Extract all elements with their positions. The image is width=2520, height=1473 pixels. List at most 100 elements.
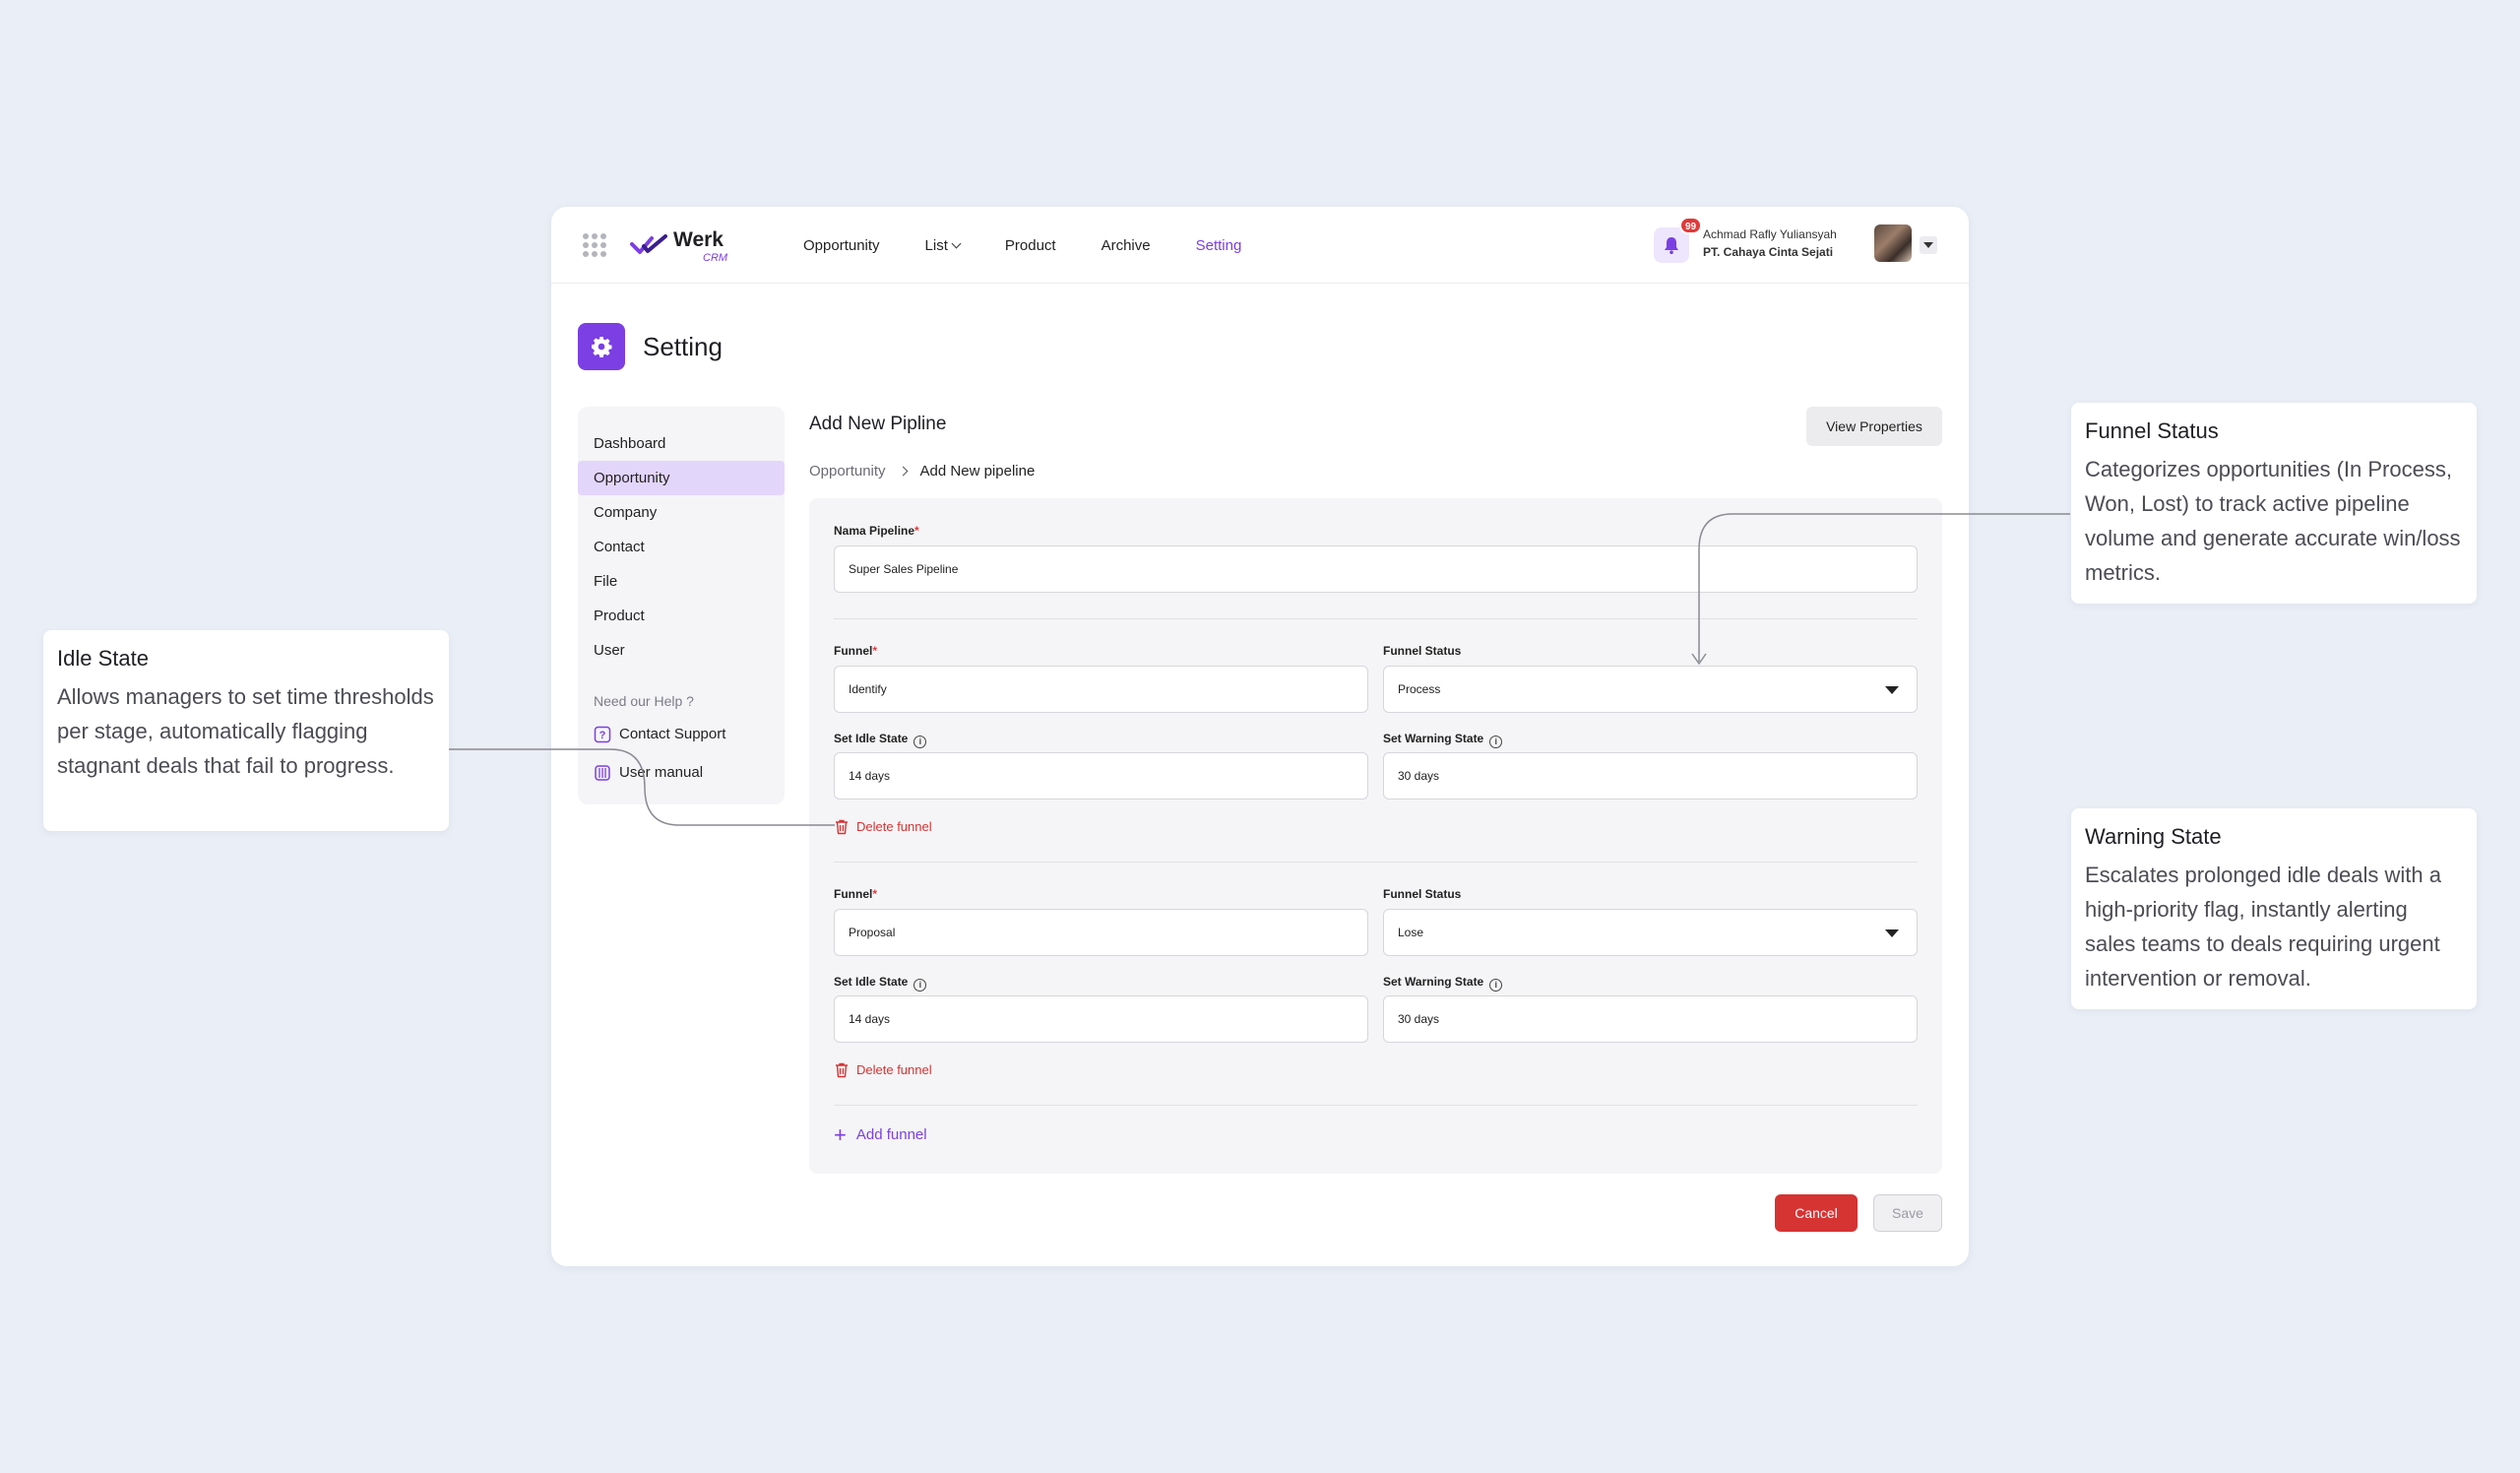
page-header: Setting xyxy=(578,323,723,370)
sidebar-item-file[interactable]: File xyxy=(578,564,785,599)
logo-subtitle: CRM xyxy=(703,252,728,264)
delete-funnel-button[interactable]: Delete funnel xyxy=(834,1061,932,1078)
divider xyxy=(834,618,1918,619)
label-text: Funnel xyxy=(834,887,873,901)
label-text: Funnel xyxy=(834,644,873,658)
delete-funnel-button[interactable]: Delete funnel xyxy=(834,818,932,835)
callout-body: Categorizes opportunities (In Process, W… xyxy=(2085,457,2461,585)
pipeline-name-input[interactable]: Super Sales Pipeline xyxy=(834,545,1918,593)
chevron-down-icon xyxy=(951,238,962,248)
funnel-label: Funnel* xyxy=(834,644,877,658)
breadcrumb-current: Add New pipeline xyxy=(919,463,1036,480)
idle-state-input[interactable]: 14 days xyxy=(834,752,1368,800)
user-manual-link[interactable]: User manual xyxy=(578,753,785,792)
nav-archive[interactable]: Archive xyxy=(1102,237,1151,254)
info-icon[interactable]: i xyxy=(1489,736,1503,748)
divider xyxy=(834,1105,1918,1106)
page-title: Setting xyxy=(643,331,723,361)
nav-list[interactable]: List xyxy=(924,236,962,254)
main-nav: Opportunity List Product Archive Setting xyxy=(803,207,1287,284)
avatar[interactable] xyxy=(1874,224,1912,262)
warning-state-callout: Warning State Escalates prolonged idle d… xyxy=(2071,808,2477,1009)
user-company: PT. Cahaya Cinta Sejati xyxy=(1703,245,1834,259)
add-funnel-button[interactable]: + Add funnel xyxy=(834,1121,927,1147)
idle-state-input[interactable]: 14 days xyxy=(834,995,1368,1043)
divider xyxy=(834,862,1918,863)
help-item-label: User manual xyxy=(619,764,704,781)
required-mark: * xyxy=(872,887,877,901)
plus-icon: + xyxy=(834,1121,847,1147)
nav-label: Setting xyxy=(1195,236,1242,254)
nav-product[interactable]: Product xyxy=(1005,237,1056,254)
funnel-input[interactable]: Identify xyxy=(834,666,1368,713)
help-label: Need our Help ? xyxy=(594,693,694,709)
delete-funnel-label: Delete funnel xyxy=(856,1062,932,1077)
contact-support-link[interactable]: ? Contact Support xyxy=(578,715,785,753)
add-funnel-label: Add funnel xyxy=(855,1126,927,1143)
nav-label: Archive xyxy=(1101,236,1151,254)
funnel-status-select[interactable]: Lose xyxy=(1383,909,1918,956)
user-menu-caret-icon[interactable] xyxy=(1920,236,1937,254)
sidebar-item-dashboard[interactable]: Dashboard xyxy=(578,426,785,461)
bell-icon xyxy=(1665,237,1678,254)
info-icon[interactable]: i xyxy=(914,979,927,992)
funnel-label: Funnel* xyxy=(834,887,877,901)
idle-state-callout: Idle State Allows managers to set time t… xyxy=(43,630,449,831)
funnel-status-callout: Funnel Status Categorizes opportunities … xyxy=(2071,403,2477,604)
nav-setting[interactable]: Setting xyxy=(1196,237,1242,254)
funnel-input[interactable]: Proposal xyxy=(834,909,1368,956)
app-grid-icon[interactable] xyxy=(583,233,606,257)
logo[interactable]: Werk CRM xyxy=(630,228,728,268)
sidebar-item-contact[interactable]: Contact xyxy=(578,530,785,564)
settings-sidebar: Dashboard Opportunity Company Contact Fi… xyxy=(578,407,785,804)
warning-state-input[interactable]: 30 days xyxy=(1383,752,1918,800)
question-square-icon: ? xyxy=(594,726,611,742)
caret-down-icon xyxy=(1885,686,1899,694)
cancel-button[interactable]: Cancel xyxy=(1775,1194,1858,1232)
pipeline-name-label: Nama Pipeline* xyxy=(834,524,919,538)
select-value: Lose xyxy=(1398,926,1424,939)
callout-body: Allows managers to set time thresholds p… xyxy=(57,684,434,778)
label-text: Set Idle State xyxy=(834,732,909,745)
top-navbar: Werk CRM Opportunity List Product Archiv… xyxy=(551,207,1969,284)
required-mark: * xyxy=(872,644,877,658)
info-icon[interactable]: i xyxy=(1489,979,1503,992)
save-button[interactable]: Save xyxy=(1873,1194,1942,1232)
breadcrumb-opportunity[interactable]: Opportunity xyxy=(809,463,886,480)
callout-title: Funnel Status xyxy=(2085,418,2219,443)
form-title: Add New Pipline xyxy=(809,414,947,434)
funnel-status-label: Funnel Status xyxy=(1383,644,1462,658)
pipeline-form: Nama Pipeline* Super Sales Pipeline Funn… xyxy=(809,498,1942,1174)
sidebar-item-opportunity[interactable]: Opportunity xyxy=(578,461,785,495)
funnel-status-select[interactable]: Process xyxy=(1383,666,1918,713)
label-text: Nama Pipeline xyxy=(834,524,915,538)
user-name: Achmad Rafly Yuliansyah xyxy=(1703,227,1837,241)
warning-state-label: Set Warning State i xyxy=(1383,732,1503,748)
label-text: Set Warning State xyxy=(1383,732,1484,745)
trash-icon xyxy=(836,1062,848,1078)
select-value: Process xyxy=(1398,682,1441,696)
idle-state-label: Set Idle State i xyxy=(834,975,927,992)
logo-name: Werk xyxy=(673,228,724,251)
callout-title: Warning State xyxy=(2085,824,2222,849)
settings-badge xyxy=(578,323,625,370)
delete-funnel-label: Delete funnel xyxy=(856,819,932,834)
label-text: Set Warning State xyxy=(1383,975,1484,989)
view-properties-button[interactable]: View Properties xyxy=(1806,407,1942,446)
svg-text:?: ? xyxy=(599,730,606,741)
warning-state-input[interactable]: 30 days xyxy=(1383,995,1918,1043)
trash-icon xyxy=(836,819,848,835)
logo-check-icon xyxy=(630,234,667,254)
warning-state-label: Set Warning State i xyxy=(1383,975,1503,992)
sidebar-item-product[interactable]: Product xyxy=(578,599,785,633)
sidebar-item-company[interactable]: Company xyxy=(578,495,785,530)
idle-state-label: Set Idle State i xyxy=(834,732,927,748)
required-mark: * xyxy=(914,524,919,538)
funnel-status-label: Funnel Status xyxy=(1383,887,1462,901)
label-text: Set Idle State xyxy=(834,975,909,989)
sidebar-item-user[interactable]: User xyxy=(578,633,785,668)
nav-label: List xyxy=(924,236,948,254)
info-icon[interactable]: i xyxy=(914,736,927,748)
nav-opportunity[interactable]: Opportunity xyxy=(803,237,880,254)
nav-label: Product xyxy=(1004,236,1056,254)
